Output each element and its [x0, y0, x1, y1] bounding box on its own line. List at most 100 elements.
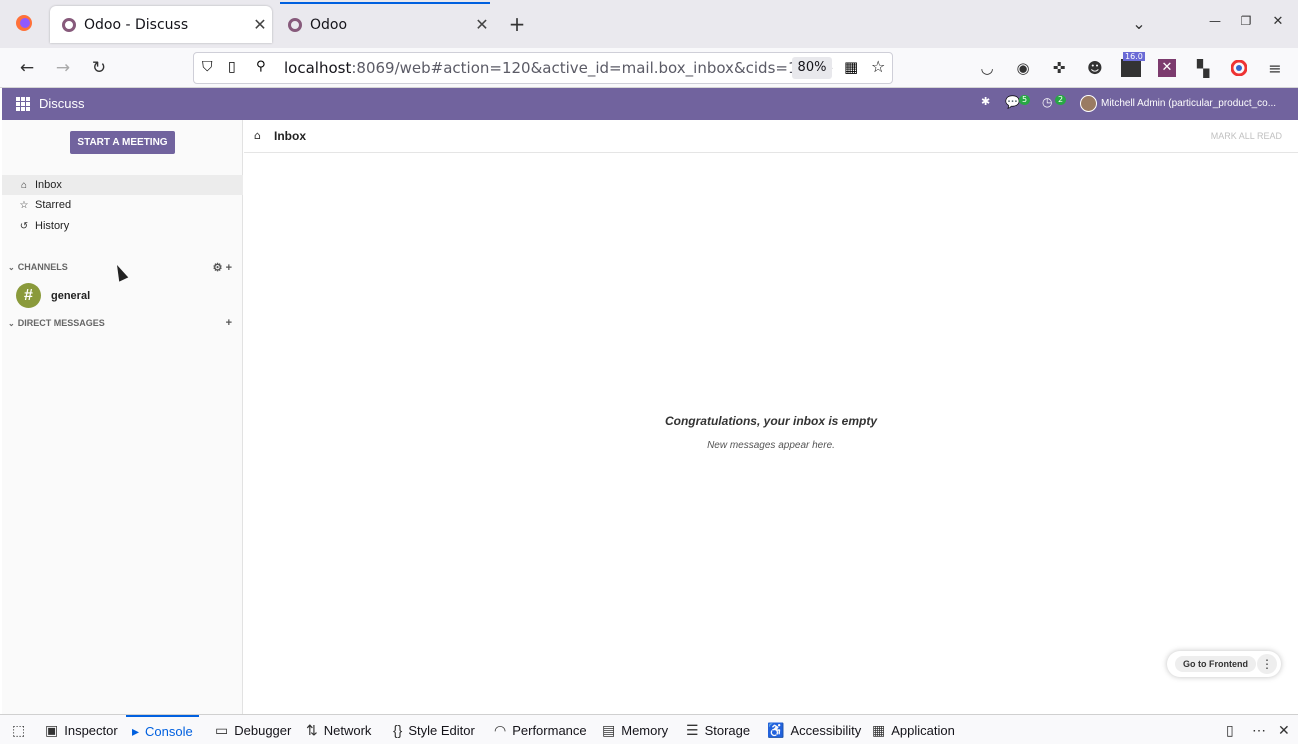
direct-messages-category[interactable]: ⌄ DIRECT MESSAGES + [8, 316, 236, 330]
memory-icon: ▤ [602, 721, 616, 738]
app-name[interactable]: Discuss [39, 96, 85, 111]
mark-all-read-button[interactable]: MARK ALL READ [1211, 131, 1282, 141]
forward-icon[interactable]: → [51, 56, 75, 80]
console-icon: ▸ [132, 722, 140, 739]
new-tab-icon[interactable]: + [507, 12, 527, 36]
pocket-icon[interactable]: ◡ [975, 56, 999, 80]
chat-icon[interactable]: 💬 [1005, 95, 1020, 109]
devtools-toolbar: ⬚ ▣ Inspector ▸ Console ▭ Debugger ⇅ Network… [0, 714, 1298, 744]
chevron-down-icon[interactable]: ⌄ [8, 263, 15, 272]
tab-label: Memory [621, 722, 669, 738]
channel-item-general[interactable]: # general [16, 283, 90, 308]
permissions-icon[interactable]: ⚲ [256, 59, 266, 74]
apps-extension-icon[interactable]: ▚ [1191, 56, 1215, 80]
discuss-sidebar: START A MEETING ⌂ Inbox ☆ Starred ↺ Hist… [2, 120, 243, 714]
close-window-icon[interactable]: ✕ [1268, 14, 1288, 29]
tab-accessibility[interactable]: ♿ Accessibility [767, 715, 861, 744]
tab-storage[interactable]: ☰ Storage [686, 715, 750, 744]
activity-clock-icon[interactable]: ◷ [1042, 95, 1052, 109]
reload-icon[interactable]: ↻ [87, 56, 111, 80]
odoo-favicon-icon [288, 17, 302, 32]
accessibility-icon: ♿ [767, 721, 785, 738]
sidebar-item-history[interactable]: ↺ History [2, 216, 243, 236]
tab-inspector[interactable]: ▣ Inspector [45, 715, 118, 744]
url-text[interactable]: localhost:8069/web#action=120&active_id=… [284, 59, 833, 77]
apps-menu-icon[interactable] [16, 97, 30, 111]
thread-header: ⌂ Inbox MARK ALL READ [244, 120, 1298, 153]
extensions-icon[interactable]: ✜ [1047, 56, 1071, 80]
browser-tab-strip: Odoo - Discuss ✕ Odoo ✕ + ⌄ — ❐ ✕ [0, 0, 1298, 48]
zoom-level[interactable]: 80% [792, 57, 832, 79]
direct-messages-label: DIRECT MESSAGES [17, 318, 105, 328]
close-tab-icon[interactable]: ✕ [470, 15, 494, 34]
odoo-debug-extension-icon[interactable]: 16.0 [1119, 52, 1145, 80]
minimize-icon[interactable]: — [1205, 14, 1225, 28]
x-extension-icon[interactable]: ✕ [1155, 56, 1179, 80]
sidebar-item-starred[interactable]: ☆ Starred [2, 195, 243, 215]
debug-bug-icon[interactable]: ✱ [981, 95, 990, 108]
tab-label: Performance [512, 722, 587, 738]
devtools-menu-icon[interactable]: ⋯ [1252, 715, 1272, 744]
tab-label: Accessibility [790, 722, 862, 738]
star-icon: ☆ [19, 199, 29, 211]
sidebar-item-label: History [35, 220, 70, 232]
more-options-icon[interactable]: ⋮ [1257, 654, 1277, 674]
avatar [1080, 95, 1097, 112]
screen: Odoo - Discuss ✕ Odoo ✕ + ⌄ — ❐ ✕ ← → ↻ … [0, 0, 1298, 744]
tab-network[interactable]: ⇅ Network [306, 715, 371, 744]
tab-style-editor[interactable]: {} Style Editor [393, 715, 475, 744]
activity-count-badge: 2 [1055, 95, 1067, 105]
sidebar-item-inbox[interactable]: ⌂ Inbox [2, 175, 243, 195]
tab-performance[interactable]: ◠ Performance [494, 715, 587, 744]
tab-console[interactable]: ▸ Console [126, 715, 199, 744]
element-picker-icon[interactable]: ⬚ [12, 715, 31, 744]
tab-odoo[interactable]: Odoo ✕ [276, 2, 494, 43]
thread-title: Inbox [274, 129, 306, 143]
hashtag-icon: # [16, 283, 41, 308]
add-channel-icon[interactable]: + [226, 262, 232, 274]
tab-label: Network [323, 722, 372, 738]
responsive-design-icon[interactable]: ▯ [1226, 715, 1240, 744]
chat-count-badge: 5 [1019, 95, 1031, 105]
odoo-favicon-icon [62, 17, 76, 32]
bookmark-star-icon[interactable]: ☆ [871, 57, 885, 76]
shield-icon[interactable]: ⛉ [202, 59, 213, 75]
url-host: localhost [284, 59, 352, 77]
restore-icon[interactable]: ❐ [1236, 14, 1256, 28]
close-tab-icon[interactable]: ✕ [248, 15, 272, 34]
go-to-frontend-button[interactable]: Go to Frontend [1175, 656, 1256, 672]
page-icon[interactable]: ▯ [228, 59, 236, 75]
close-devtools-icon[interactable]: ✕ [1278, 715, 1296, 744]
gear-icon[interactable]: ⚙ [213, 262, 223, 274]
empty-inbox-title: Congratulations, your inbox is empty [664, 414, 878, 428]
tab-debugger[interactable]: ▭ Debugger [215, 715, 291, 744]
user-name: Mitchell Admin (particular_product_co... [1101, 98, 1277, 109]
tab-title: Odoo [310, 16, 348, 33]
account-icon[interactable]: ◉ [1011, 56, 1035, 80]
frontend-switcher: Go to Frontend ⋮ [1167, 651, 1281, 677]
firefox-logo-icon [14, 14, 34, 36]
inbox-icon: ⌂ [20, 179, 28, 191]
tab-odoo-discuss[interactable]: Odoo - Discuss ✕ [50, 6, 272, 43]
user-menu[interactable]: Mitchell Admin (particular_product_co... [1080, 95, 1276, 112]
monkey-extension-icon[interactable]: ☻ [1083, 56, 1107, 80]
menu-icon[interactable]: ≡ [1263, 56, 1287, 80]
inspector-icon: ▣ [45, 721, 59, 738]
color-picker-extension-icon[interactable] [1227, 56, 1251, 80]
tab-title: Odoo - Discuss [84, 16, 189, 33]
list-all-tabs-icon[interactable]: ⌄ [1129, 14, 1149, 33]
channel-name: general [51, 289, 91, 302]
debugger-icon: ▭ [215, 721, 229, 738]
tab-label: Console [145, 723, 193, 739]
url-bar[interactable]: ⛉ ▯ ⚲ localhost:8069/web#action=120&acti… [193, 52, 893, 84]
qr-code-icon[interactable]: ▦ [844, 58, 858, 76]
chevron-down-icon[interactable]: ⌄ [8, 319, 15, 328]
add-chat-icon[interactable]: + [226, 317, 232, 329]
application-icon: ▦ [872, 721, 886, 738]
browser-navbar: ← → ↻ ⛉ ▯ ⚲ localhost:8069/web#action=12… [0, 48, 1298, 88]
back-icon[interactable]: ← [15, 56, 39, 80]
tab-application[interactable]: ▦ Application [872, 715, 955, 744]
start-meeting-button[interactable]: START A MEETING [70, 131, 175, 154]
sidebar-item-label: Inbox [35, 179, 62, 191]
tab-memory[interactable]: ▤ Memory [602, 715, 668, 744]
